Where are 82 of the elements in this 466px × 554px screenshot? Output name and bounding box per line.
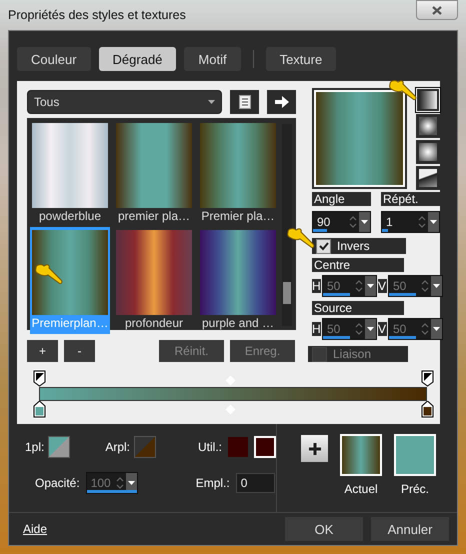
tab[interactable]: Couleur bbox=[17, 47, 91, 71]
gradient-tile[interactable]: powderblue bbox=[30, 120, 110, 227]
gradient-tile[interactable]: premier pla… bbox=[114, 120, 194, 227]
gradient-stop-marker[interactable] bbox=[33, 370, 46, 387]
field-label: Util.: bbox=[198, 440, 222, 454]
gradient-type-button[interactable] bbox=[416, 166, 440, 190]
field-value: 50 bbox=[393, 279, 408, 293]
pointing-hand-icon bbox=[388, 78, 418, 102]
input-field[interactable]: 0 bbox=[236, 473, 275, 493]
tab[interactable]: Texture bbox=[266, 47, 336, 71]
field-value: 50 bbox=[327, 322, 342, 336]
caret-icon[interactable] bbox=[431, 276, 442, 296]
cancel-button[interactable]: Annuler bbox=[371, 517, 449, 541]
field-label: Répét. bbox=[381, 192, 440, 206]
gradient-tile[interactable]: profondeur bbox=[114, 227, 194, 334]
field-label: Arpl: bbox=[105, 440, 130, 454]
spin-arrows-icon[interactable] bbox=[353, 321, 365, 337]
field-label: Source bbox=[312, 301, 404, 315]
field-label: Empl.: bbox=[196, 476, 230, 490]
spin-arrows-icon[interactable] bbox=[114, 475, 126, 491]
repeat-spinner[interactable]: 1 bbox=[381, 211, 440, 233]
gradient-type-button[interactable] bbox=[416, 140, 440, 164]
swatch-label: Actuel bbox=[344, 482, 378, 496]
ok-button[interactable]: OK bbox=[285, 517, 363, 541]
field-label: Angle bbox=[312, 192, 371, 206]
field-label: 1pl: bbox=[25, 440, 44, 454]
color-swatch[interactable] bbox=[228, 437, 248, 457]
close-button[interactable] bbox=[416, 0, 458, 20]
caret-icon[interactable] bbox=[428, 212, 439, 232]
caret-icon[interactable] bbox=[359, 212, 370, 232]
spin-arrows-icon[interactable] bbox=[419, 321, 431, 337]
field-value: 50 bbox=[393, 322, 408, 336]
field-value: 50 bbox=[327, 279, 342, 293]
swatch-label: Préc. bbox=[400, 482, 429, 496]
gallery-button[interactable]: - bbox=[64, 340, 95, 362]
gallery-button[interactable]: + bbox=[27, 340, 58, 362]
plus-icon bbox=[308, 442, 320, 454]
field-value: 90 bbox=[317, 215, 332, 229]
field-label: Centre bbox=[312, 258, 404, 272]
checkbox[interactable] bbox=[316, 238, 331, 254]
spin-arrows-icon[interactable] bbox=[416, 214, 428, 230]
color-swatch[interactable] bbox=[134, 436, 156, 458]
window-title: Propriétés des styles et textures bbox=[8, 8, 186, 22]
pointing-hand-icon bbox=[34, 262, 64, 286]
close-icon bbox=[432, 6, 442, 14]
caret-icon[interactable] bbox=[365, 319, 376, 339]
export-button[interactable] bbox=[267, 90, 296, 114]
axis-label: V bbox=[378, 279, 387, 293]
caret-icon[interactable] bbox=[431, 319, 442, 339]
field-value: 1 bbox=[386, 215, 394, 229]
gradient-type-button[interactable] bbox=[416, 114, 440, 138]
arrow-right-icon bbox=[274, 96, 288, 108]
gradient-stop-marker[interactable] bbox=[421, 370, 434, 387]
add-button[interactable] bbox=[301, 435, 328, 462]
category-dropdown[interactable]: Tous bbox=[27, 90, 222, 114]
help-link[interactable]: Aide bbox=[23, 522, 48, 536]
gradient-tile[interactable]: Premier pla… bbox=[198, 120, 278, 227]
gradient-bar[interactable] bbox=[39, 387, 427, 401]
axis-label: H bbox=[312, 322, 321, 336]
pointing-hand-icon bbox=[286, 226, 316, 250]
gradient-tile[interactable]: purple and … bbox=[198, 227, 278, 334]
angle-spinner[interactable]: 90 bbox=[312, 211, 371, 233]
current-swatch bbox=[340, 434, 382, 476]
axis-label: V bbox=[378, 322, 387, 336]
axis-label: H bbox=[312, 279, 321, 293]
document-icon bbox=[238, 95, 250, 109]
spin-arrows-icon[interactable] bbox=[353, 278, 365, 294]
caret-icon bbox=[208, 100, 215, 104]
color-swatch[interactable] bbox=[48, 436, 70, 458]
scrollbar[interactable] bbox=[282, 124, 292, 326]
tab[interactable]: Dégradé bbox=[98, 47, 176, 71]
gradient-stop-marker[interactable] bbox=[33, 401, 46, 418]
previous-swatch[interactable] bbox=[394, 434, 436, 476]
field-value: 100 bbox=[90, 476, 112, 490]
spin-arrows-icon[interactable] bbox=[419, 278, 431, 294]
list-view-button[interactable] bbox=[230, 90, 259, 114]
spin-arrows-icon[interactable] bbox=[347, 214, 359, 230]
gradient-stop-marker[interactable] bbox=[421, 401, 434, 418]
field-label: Opacité: bbox=[35, 476, 80, 490]
tab[interactable]: Motif bbox=[184, 47, 241, 71]
midpoint-marker[interactable] bbox=[226, 376, 236, 386]
caret-icon[interactable] bbox=[365, 276, 376, 296]
